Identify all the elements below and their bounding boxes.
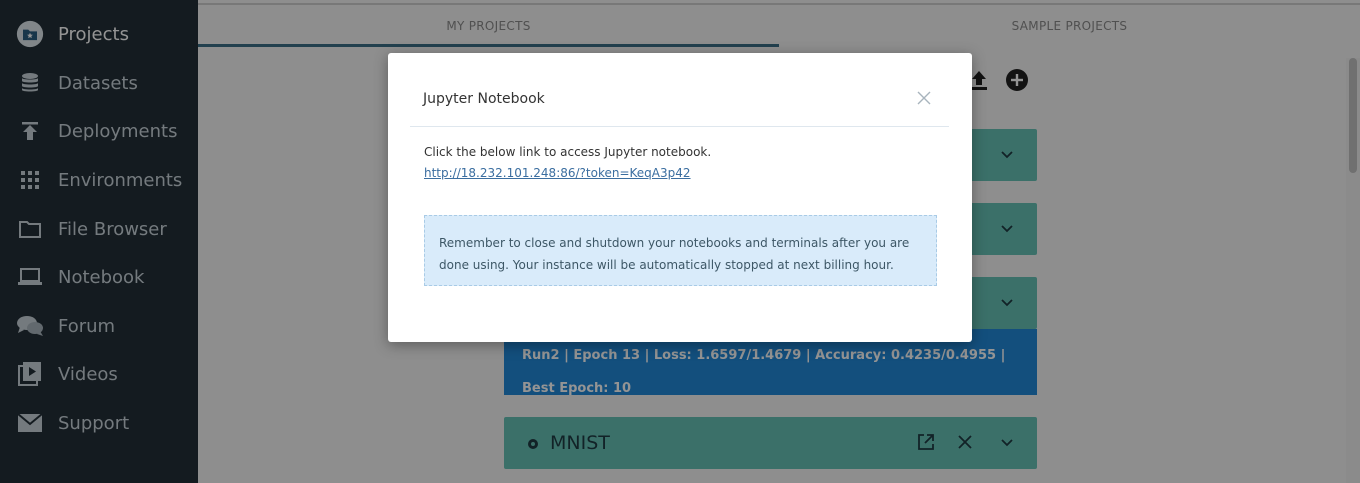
jupyter-notebook-dialog: Jupyter Notebook Click the below link to… (388, 53, 972, 342)
dialog-title: Jupyter Notebook (423, 91, 545, 107)
dialog-divider (410, 126, 949, 127)
close-icon[interactable] (913, 87, 935, 109)
dialog-intro-text: Click the below link to access Jupyter n… (424, 145, 712, 159)
billing-notice: Remember to close and shutdown your note… (424, 215, 937, 286)
jupyter-link[interactable]: http://18.232.101.248:86/?token=KeqA3p42 (424, 166, 691, 180)
